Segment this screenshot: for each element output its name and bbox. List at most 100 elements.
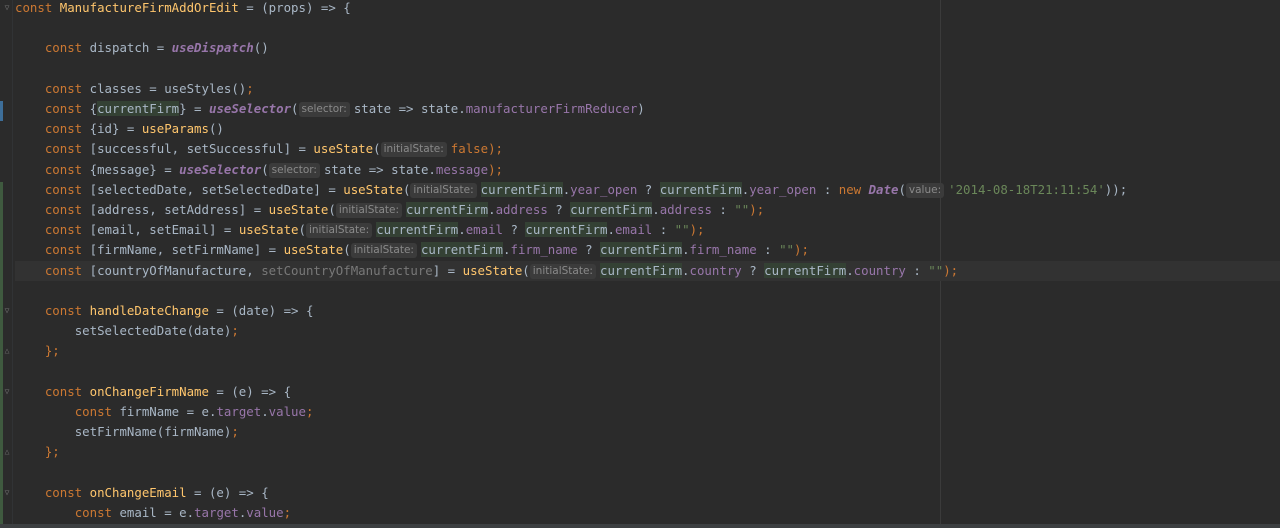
- code-token: ;: [283, 505, 292, 520]
- code-token: value: [268, 404, 306, 419]
- code-token: const: [15, 0, 60, 15]
- editor-gutter[interactable]: ▽ ▽ △ ▽ △ ▽: [0, 0, 13, 528]
- code-line[interactable]: const onChangeEmail = (e) => {: [15, 483, 1280, 503]
- code-token: email: [465, 222, 504, 237]
- code-line[interactable]: const [address, setAddress] = useState(i…: [15, 200, 1280, 220]
- code-token: );: [749, 202, 765, 217]
- code-line[interactable]: const [email, setEmail] = useState(initi…: [15, 220, 1280, 240]
- code-line[interactable]: [15, 362, 1280, 382]
- code-line[interactable]: [15, 59, 1280, 79]
- code-token: (: [261, 162, 269, 177]
- code-token: address: [659, 202, 712, 217]
- code-line[interactable]: const firmName = e.target.value;: [15, 402, 1280, 422]
- code-token: [successful, setSuccessful] =: [89, 141, 314, 156]
- code-token: handleDateChange: [89, 303, 209, 318]
- code-token: currentFirm: [600, 242, 683, 257]
- code-token: ));: [1104, 182, 1128, 197]
- code-line[interactable]: const dispatch = useDispatch(): [15, 38, 1280, 58]
- code-token: target: [216, 404, 262, 419]
- code-token: ?: [741, 263, 765, 278]
- code-token: useState: [462, 263, 523, 278]
- code-token: = (date) => {: [208, 303, 314, 318]
- code-token: country: [689, 263, 742, 278]
- code-token: ;: [231, 323, 239, 338]
- code-line[interactable]: [15, 463, 1280, 483]
- code-token: [selectedDate, setSelectedDate] =: [89, 182, 344, 197]
- code-token: = (e) => {: [186, 485, 269, 500]
- code-line[interactable]: };: [15, 442, 1280, 462]
- code-token: const: [74, 505, 120, 520]
- code-token: {message} =: [89, 162, 180, 177]
- fold-icon[interactable]: ▽: [3, 388, 11, 396]
- code-token: useState: [283, 242, 344, 257]
- code-token: address: [495, 202, 548, 217]
- code-line[interactable]: const {currentFirm} = useSelector(select…: [15, 99, 1280, 119]
- code-token: currentFirm: [480, 182, 563, 197]
- code-line[interactable]: const {id} = useParams(): [15, 119, 1280, 139]
- fold-icon[interactable]: ▽: [3, 4, 11, 12]
- code-line[interactable]: const handleDateChange = (date) => {: [15, 301, 1280, 321]
- horizontal-scrollbar[interactable]: [0, 524, 1280, 528]
- code-token: ?: [577, 242, 601, 257]
- code-token: .: [682, 242, 690, 257]
- code-token: currentFirm: [525, 222, 608, 237]
- code-token: setFirmName(firmName): [74, 424, 232, 439]
- code-line[interactable]: };: [15, 341, 1280, 361]
- code-line[interactable]: [15, 18, 1280, 38]
- code-token: value: [246, 505, 284, 520]
- code-token: .: [682, 263, 690, 278]
- code-token: "": [779, 242, 794, 257]
- code-token: );: [488, 141, 504, 156]
- code-token: ): [637, 101, 645, 116]
- parameter-hint: selector:: [298, 102, 350, 117]
- parameter-hint: value:: [905, 183, 945, 198]
- code-editor[interactable]: ▽ ▽ △ ▽ △ ▽ const ManufactureFirmAddOrEdit = …: [0, 0, 1280, 528]
- code-token: ?: [637, 182, 660, 197]
- change-marker[interactable]: [0, 101, 3, 121]
- code-token: ?: [503, 222, 526, 237]
- code-token: year_open: [570, 182, 638, 197]
- fold-icon[interactable]: △: [3, 347, 11, 355]
- fold-icon[interactable]: ▽: [3, 489, 11, 497]
- code-line[interactable]: const ManufactureFirmAddOrEdit = (props)…: [15, 0, 1280, 18]
- code-line[interactable]: const onChangeFirmName = (e) => {: [15, 382, 1280, 402]
- parameter-hint: initialState:: [335, 203, 403, 218]
- code-line[interactable]: const email = e.target.value;: [15, 503, 1280, 523]
- parameter-hint: initialState:: [529, 264, 596, 279]
- code-token: firm_name: [510, 242, 578, 257]
- code-token: state => state.: [323, 162, 436, 177]
- code-line[interactable]: setSelectedDate(date);: [15, 321, 1280, 341]
- code-line[interactable]: [15, 281, 1280, 301]
- code-token: };: [44, 444, 60, 459]
- code-line[interactable]: const {message} = useSelector(selector: s…: [15, 160, 1280, 180]
- code-line[interactable]: const [firmName, setFirmName] = useState…: [15, 240, 1280, 260]
- code-token: useSelector: [208, 101, 292, 116]
- code-token: classes = useStyles(): [89, 81, 247, 96]
- code-line[interactable]: const classes = useStyles();: [15, 79, 1280, 99]
- code-token: onChangeEmail: [89, 485, 187, 500]
- code-token: ;: [231, 424, 239, 439]
- change-marker[interactable]: [0, 182, 3, 528]
- code-token: (: [898, 182, 906, 197]
- fold-icon[interactable]: ▽: [3, 307, 11, 315]
- code-token: (): [253, 40, 269, 55]
- code-line[interactable]: const [countryOfManufacture, setCountryO…: [15, 261, 1280, 281]
- code-line[interactable]: setFirmName(firmName);: [15, 422, 1280, 442]
- code-token: setSelectedDate(date): [74, 323, 232, 338]
- code-token: .: [846, 263, 854, 278]
- code-token: );: [488, 162, 504, 177]
- code-token: state => state.: [353, 101, 466, 116]
- code-line[interactable]: const [successful, setSuccessful] = useS…: [15, 139, 1280, 159]
- code-token: ] =: [432, 263, 463, 278]
- code-line[interactable]: const [selectedDate, setSelectedDate] = …: [15, 180, 1280, 200]
- fold-icon[interactable]: △: [3, 448, 11, 456]
